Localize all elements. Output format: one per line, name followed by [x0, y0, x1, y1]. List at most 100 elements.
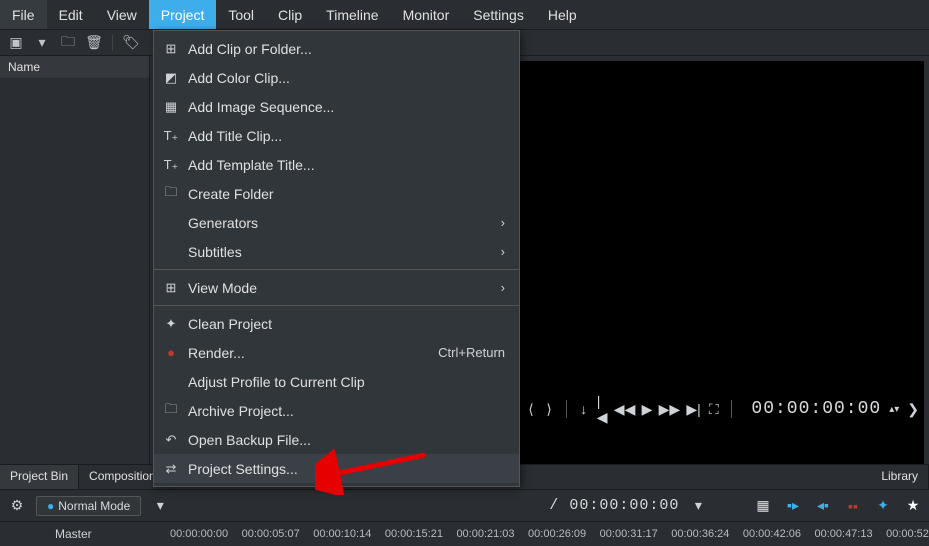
- menu-item-add-clip-or-folder[interactable]: ⊞Add Clip or Folder...: [154, 34, 519, 63]
- monitor-timecode[interactable]: 00:00:00:00: [751, 399, 881, 419]
- menu-item-adjust-profile-to-current-clip[interactable]: Adjust Profile to Current Clip: [154, 367, 519, 396]
- menu-view[interactable]: View: [95, 0, 149, 29]
- add-clip-icon[interactable]: ▣: [8, 35, 24, 51]
- menu-item-add-title-clip[interactable]: T₊ Add Title Clip...: [154, 121, 519, 150]
- menu-item-add-template-title[interactable]: T₊Add Template Title...: [154, 150, 519, 179]
- menu-item-label: Adjust Profile to Current Clip: [188, 374, 505, 390]
- menu-shortcut: Ctrl+Return: [438, 345, 505, 360]
- chevron-down-icon[interactable]: ▾: [34, 35, 50, 51]
- menu-item-render[interactable]: ●Render...Ctrl+Return: [154, 338, 519, 367]
- menu-item-add-color-clip[interactable]: ◩ Add Color Clip...: [154, 63, 519, 92]
- submenu-arrow-icon: ›: [501, 215, 505, 230]
- rewind-icon[interactable]: ◀◀: [616, 400, 634, 418]
- menu-item-add-image-sequence[interactable]: ▦Add Image Sequence...: [154, 92, 519, 121]
- menu-settings[interactable]: Settings: [461, 0, 536, 29]
- forward-end-icon[interactable]: ▶|: [686, 400, 700, 418]
- menubar: File Edit View Project Tool Clip Timelin…: [0, 0, 929, 30]
- separator: [566, 400, 567, 418]
- add-color-clip-icon: ◩: [162, 69, 180, 87]
- separator: [731, 400, 732, 418]
- menu-separator: [154, 269, 519, 270]
- menu-item-label: Add Title Clip...: [188, 128, 505, 144]
- transport-controls: ⟨ ⟩ ↓ |◀ ◀◀ ▶ ▶▶ ▶| ⛶ 00:00:00:00 ▴▾ ❯: [520, 392, 925, 426]
- normal-mode-button[interactable]: ●Normal Mode: [36, 496, 141, 516]
- menu-item-label: View Mode: [188, 280, 501, 296]
- menu-item-subtitles[interactable]: Subtitles›: [154, 237, 519, 266]
- tick: 00:00:31:17: [600, 528, 658, 540]
- timeline-duration: / 00:00:00:00: [549, 497, 679, 514]
- grid-icon[interactable]: ▦: [755, 498, 771, 514]
- play-icon[interactable]: ▶: [642, 400, 653, 418]
- marker3-icon[interactable]: ▪▪: [845, 498, 861, 514]
- fx-icon[interactable]: ✦: [875, 498, 891, 514]
- menu-timeline[interactable]: Timeline: [314, 0, 390, 29]
- marker1-icon[interactable]: ▪▸: [785, 498, 801, 514]
- view-mode-icon: ⊞: [162, 279, 180, 297]
- tick: 00:00:52: [886, 528, 929, 540]
- menu-item-view-mode[interactable]: ⊞ View Mode›: [154, 273, 519, 302]
- zone-in-icon[interactable]: ⟨: [526, 400, 536, 418]
- menu-tool[interactable]: Tool: [216, 0, 266, 29]
- chevron-down-icon[interactable]: ▾: [151, 497, 169, 515]
- marker2-icon[interactable]: ◂▪: [815, 498, 831, 514]
- set-in-icon[interactable]: ↓: [579, 400, 589, 418]
- tick: 00:00:47:13: [814, 528, 872, 540]
- open-backup-file-icon: ↶: [162, 431, 180, 449]
- folder-add-icon[interactable]: 🗀: [60, 35, 76, 51]
- menu-help[interactable]: Help: [536, 0, 589, 29]
- menu-item-project-settings[interactable]: ⇄Project Settings...: [154, 454, 519, 483]
- tick: 00:00:05:07: [242, 528, 300, 540]
- timecode-spinner-icon[interactable]: ▴▾: [889, 400, 899, 418]
- adjust-profile-to-current-clip-icon: [162, 373, 180, 391]
- menu-item-generators[interactable]: Generators›: [154, 208, 519, 237]
- zone-out-icon[interactable]: ⟩: [544, 400, 554, 418]
- tag-icon[interactable]: 🏷: [123, 35, 139, 51]
- menu-item-clean-project[interactable]: ✦Clean Project: [154, 309, 519, 338]
- separator: [112, 35, 113, 51]
- bin-area[interactable]: [0, 78, 149, 464]
- archive-project-icon: 🗀: [162, 402, 180, 420]
- menu-project[interactable]: Project: [149, 0, 217, 29]
- menu-item-label: Add Template Title...: [188, 157, 505, 173]
- tab-library[interactable]: Library: [871, 465, 929, 489]
- create-folder-icon: 🗀: [162, 185, 180, 203]
- menu-monitor[interactable]: Monitor: [391, 0, 462, 29]
- submenu-arrow-icon: ›: [501, 280, 505, 295]
- menu-file[interactable]: File: [0, 0, 47, 29]
- menu-item-label: Open Backup File...: [188, 432, 505, 448]
- menu-item-label: Archive Project...: [188, 403, 505, 419]
- submenu-arrow-icon: ›: [501, 244, 505, 259]
- chevron-down-icon[interactable]: ▾: [689, 497, 707, 515]
- forward-icon[interactable]: ▶▶: [660, 400, 678, 418]
- menu-item-open-backup-file[interactable]: ↶ Open Backup File...: [154, 425, 519, 454]
- menu-item-create-folder[interactable]: 🗀 Create Folder: [154, 179, 519, 208]
- timeline-toolbar: ⚙ ●Normal Mode ▾ / 00:00:00:00 ▾ ▦ ▪▸ ◂▪…: [0, 490, 929, 522]
- timeline-ruler[interactable]: Master 00:00:00:00 00:00:05:07 00:00:10:…: [0, 522, 929, 546]
- menu-item-label: Add Color Clip...: [188, 70, 505, 86]
- add-clip-or-folder-icon: ⊞: [162, 40, 180, 58]
- menu-separator: [154, 305, 519, 306]
- generators-icon: [162, 214, 180, 232]
- render-icon: ●: [162, 344, 180, 362]
- next-icon[interactable]: ❯: [907, 400, 919, 418]
- bin-name-header[interactable]: Name: [0, 56, 149, 78]
- add-title-clip-icon: T₊: [162, 127, 180, 145]
- menu-item-label: Clean Project: [188, 316, 505, 332]
- tab-project-bin[interactable]: Project Bin: [0, 465, 79, 489]
- timeline-ticks: 00:00:00:00 00:00:05:07 00:00:10:14 00:0…: [170, 528, 929, 540]
- menu-item-label: Generators: [188, 215, 501, 231]
- settings-icon[interactable]: ⚙: [8, 497, 26, 515]
- subtitles-icon: [162, 243, 180, 261]
- menu-item-archive-project[interactable]: 🗀 Archive Project...: [154, 396, 519, 425]
- menu-clip[interactable]: Clip: [266, 0, 314, 29]
- rewind-start-icon[interactable]: |◀: [597, 400, 608, 418]
- menu-edit[interactable]: Edit: [47, 0, 95, 29]
- tick: 00:00:15:21: [385, 528, 443, 540]
- tick: 00:00:00:00: [170, 528, 228, 540]
- project-menu-dropdown: ⊞Add Clip or Folder... ◩ Add Color Clip...…: [153, 30, 520, 487]
- menu-item-label: Subtitles: [188, 244, 501, 260]
- menu-item-label: Create Folder: [188, 186, 505, 202]
- crop-icon[interactable]: ⛶: [709, 400, 719, 418]
- favorite-icon[interactable]: ★: [905, 498, 921, 514]
- delete-icon[interactable]: 🗑: [86, 35, 102, 51]
